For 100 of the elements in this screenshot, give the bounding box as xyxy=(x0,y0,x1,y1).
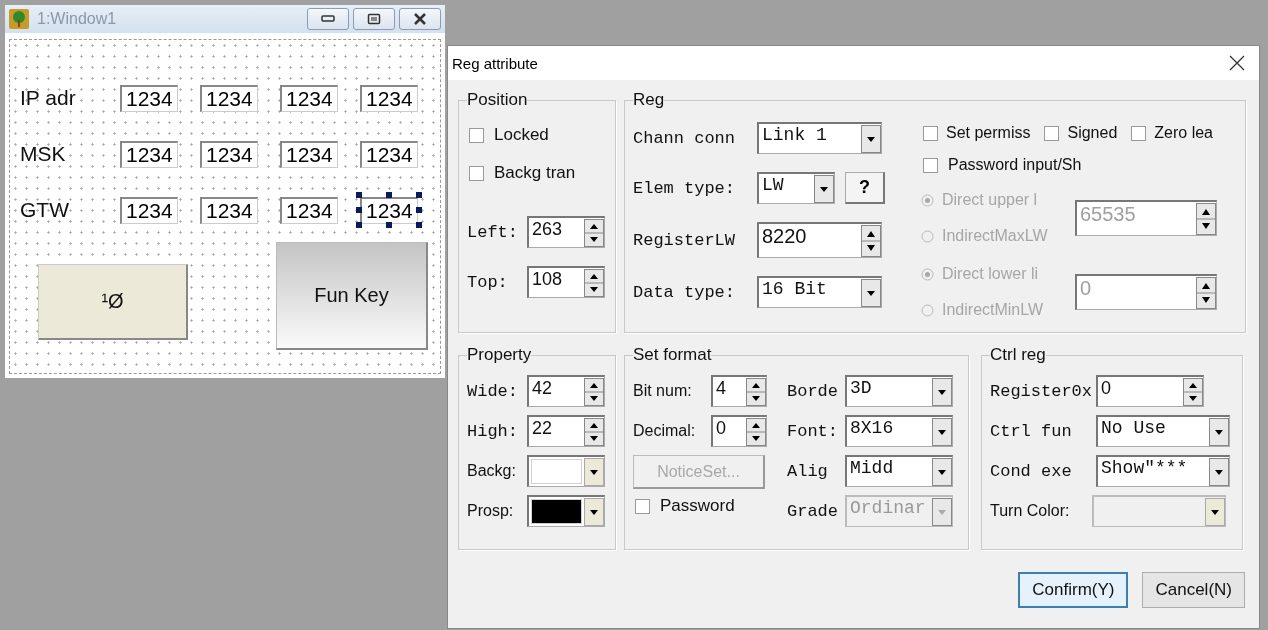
color-dropdown[interactable] xyxy=(527,495,605,527)
caret-icon[interactable] xyxy=(932,417,952,446)
number-display[interactable]: 1234 xyxy=(120,84,178,112)
dropdown[interactable]: 16 Bit xyxy=(757,276,882,308)
number-spinner[interactable]: 0 xyxy=(711,415,767,447)
caret-icon[interactable] xyxy=(861,124,881,153)
group-title: Position xyxy=(467,90,528,110)
spin-arrows-icon[interactable] xyxy=(861,224,881,257)
window-title: 1:Window1 xyxy=(37,10,118,28)
number-display[interactable]: 1234 xyxy=(360,84,418,112)
group-title: Reg xyxy=(633,90,665,110)
spin-arrows-icon[interactable] xyxy=(746,417,766,446)
number-display[interactable]: 1234 xyxy=(280,196,338,224)
checkbox[interactable] xyxy=(923,157,938,173)
field-label: Grade xyxy=(787,501,839,521)
number-spinner[interactable]: 108 xyxy=(527,266,605,298)
number-spinner[interactable]: 42 xyxy=(527,375,605,407)
checkbox-label[interactable]: Signed xyxy=(1067,124,1118,142)
number-spinner[interactable]: 22 xyxy=(527,415,605,447)
caret-icon[interactable] xyxy=(584,457,604,486)
checkbox[interactable] xyxy=(1131,125,1147,141)
field-label: Left: xyxy=(467,222,519,242)
number-spinner[interactable]: 0 xyxy=(1096,375,1204,407)
dropdown[interactable]: Midd xyxy=(845,455,953,487)
caret-icon[interactable] xyxy=(932,457,952,486)
field-label: High: xyxy=(467,421,519,441)
spin-arrows-icon[interactable] xyxy=(746,377,766,406)
app-icon xyxy=(9,9,29,29)
confirm-button[interactable]: Confirm(Y) xyxy=(1018,572,1129,608)
checkbox[interactable] xyxy=(635,498,650,514)
restore-button[interactable] xyxy=(353,8,395,30)
checkbox-label[interactable]: Password xyxy=(660,496,735,516)
minimize-icon xyxy=(321,15,335,23)
caret-icon[interactable] xyxy=(932,377,952,406)
spin-arrows-icon[interactable] xyxy=(584,218,604,247)
checkbox-label[interactable]: Password input/Sh xyxy=(948,156,1082,174)
dropdown[interactable]: Link 1 xyxy=(757,122,882,154)
dropdown[interactable]: No Use xyxy=(1096,415,1230,447)
caret-icon[interactable] xyxy=(1209,417,1229,446)
group-title: Property xyxy=(467,345,532,365)
caret-icon[interactable] xyxy=(861,278,881,307)
checkbox[interactable] xyxy=(923,125,938,141)
function-key-button[interactable]: Fun Key xyxy=(276,242,428,350)
field-label: Decimal: xyxy=(633,422,697,440)
number-display[interactable]: 1234 xyxy=(360,196,418,224)
canvas-label: MSK xyxy=(20,142,66,166)
canvas-button[interactable]: ¹Ø xyxy=(38,264,188,340)
field-label: Cond exe xyxy=(990,461,1073,481)
field-label: Wide: xyxy=(467,381,519,401)
canvas-label: IP adr xyxy=(20,86,76,110)
dialog-title: Reg attribute xyxy=(452,54,538,72)
caret-icon[interactable] xyxy=(584,497,604,526)
field-label: RegisterLW xyxy=(633,230,737,250)
minimize-button[interactable] xyxy=(307,8,349,30)
checkbox-label[interactable]: Backg tran xyxy=(494,163,576,183)
spin-arrows-icon[interactable] xyxy=(584,417,604,446)
cancel-button[interactable]: Cancel(N) xyxy=(1142,572,1245,608)
checkbox[interactable] xyxy=(469,127,484,143)
number-spinner[interactable]: 8220 xyxy=(757,222,882,258)
restore-icon xyxy=(367,13,381,25)
number-display[interactable]: 1234 xyxy=(120,140,178,168)
spin-arrows-icon[interactable] xyxy=(584,377,604,406)
field-label: Turn Color: xyxy=(990,502,1071,520)
group-title: Ctrl reg xyxy=(990,345,1046,365)
number-display[interactable]: 1234 xyxy=(360,140,418,168)
caret-icon[interactable] xyxy=(814,174,834,203)
spin-arrows-icon[interactable] xyxy=(1196,202,1216,235)
number-display[interactable]: 1234 xyxy=(120,196,178,224)
field-label: Alig xyxy=(787,461,829,481)
spin-arrows-icon[interactable] xyxy=(584,268,604,297)
close-icon xyxy=(413,13,427,25)
checkbox-label[interactable]: Zero lea xyxy=(1154,124,1213,142)
dropdown[interactable]: LW xyxy=(757,172,835,204)
help-button[interactable]: ? xyxy=(845,172,885,204)
checkbox-label[interactable]: Set permiss xyxy=(946,124,1031,142)
field-label: Ctrl fun xyxy=(990,421,1073,441)
field-label: Data type: xyxy=(633,282,737,302)
checkbox-label[interactable]: Locked xyxy=(494,125,549,145)
number-display[interactable]: 1234 xyxy=(200,84,258,112)
number-display[interactable]: 1234 xyxy=(200,140,258,168)
number-display[interactable]: 1234 xyxy=(280,84,338,112)
close-button[interactable] xyxy=(399,8,441,30)
spin-arrows-icon[interactable] xyxy=(1196,276,1216,309)
field-label: Borde xyxy=(787,381,839,401)
close-icon[interactable] xyxy=(1229,55,1245,71)
number-spinner[interactable]: 4 xyxy=(711,375,767,407)
field-label: Chann conn xyxy=(633,128,737,148)
caret-icon[interactable] xyxy=(1209,457,1229,486)
number-display[interactable]: 1234 xyxy=(280,140,338,168)
field-label: Bit num: xyxy=(633,382,693,400)
checkbox[interactable] xyxy=(469,165,484,181)
number-spinner[interactable]: 263 xyxy=(527,216,605,248)
field-label: Font: xyxy=(787,421,839,441)
dropdown[interactable]: Show″*** xyxy=(1096,455,1230,487)
dropdown[interactable]: 3D xyxy=(845,375,953,407)
spin-arrows-icon[interactable] xyxy=(1183,377,1203,406)
color-dropdown[interactable] xyxy=(527,455,605,487)
checkbox[interactable] xyxy=(1044,125,1060,141)
number-display[interactable]: 1234 xyxy=(200,196,258,224)
dropdown[interactable]: 8X16 xyxy=(845,415,953,447)
